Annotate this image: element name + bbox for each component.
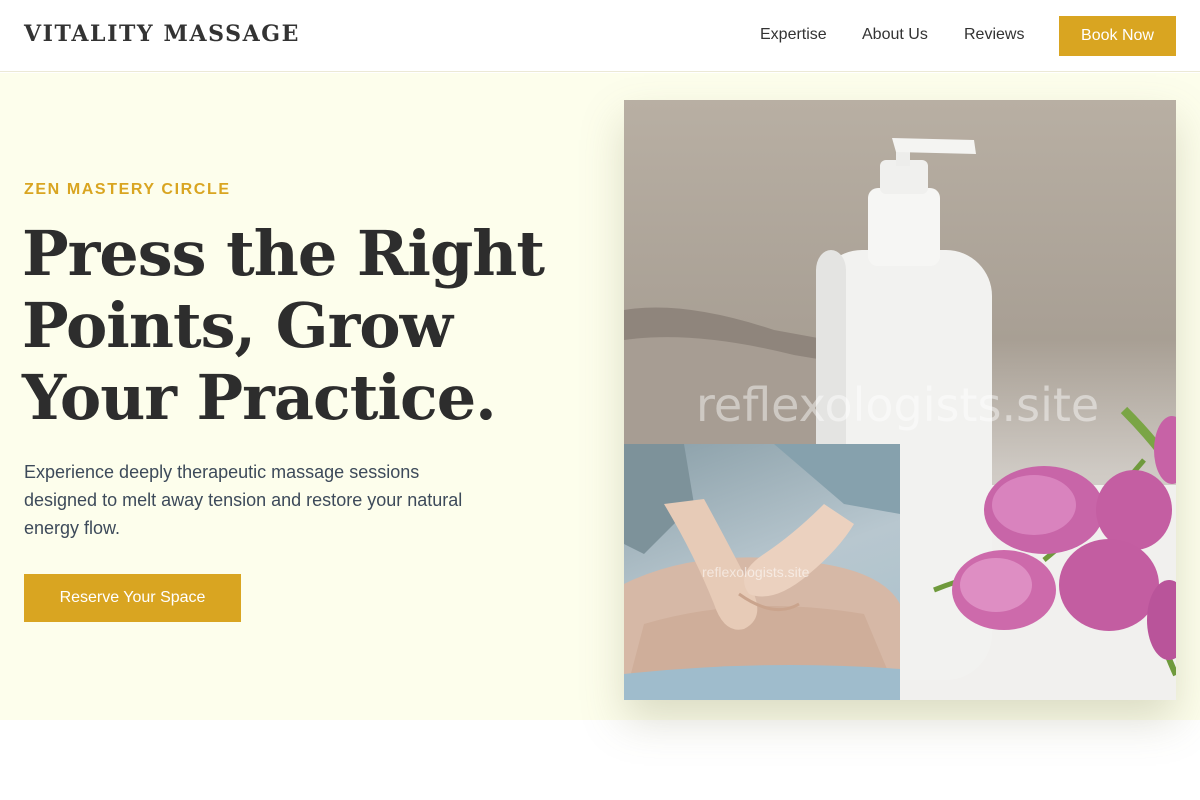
inset-image-watermark: reflexologists.site bbox=[702, 564, 810, 580]
nav-link-about-us[interactable]: About Us bbox=[862, 26, 928, 44]
site-header: VITALITY MASSAGE Expertise About Us Revi… bbox=[0, 0, 1200, 72]
hero-section: ZEN MASTERY CIRCLE Press the Right Point… bbox=[0, 73, 1200, 720]
main-image-watermark: reflexologists.site bbox=[696, 378, 1100, 432]
nav-link-expertise[interactable]: Expertise bbox=[760, 26, 827, 44]
hero-eyebrow: ZEN MASTERY CIRCLE bbox=[24, 181, 231, 198]
hero-headline: Press the Right Points, Grow Your Practi… bbox=[22, 217, 545, 434]
hero-subtext: Experience deeply therapeutic massage se… bbox=[24, 462, 463, 538]
book-now-button[interactable]: Book Now bbox=[1059, 16, 1176, 56]
massage-inset-image: reflexologists.site bbox=[624, 444, 900, 700]
reserve-space-button[interactable]: Reserve Your Space bbox=[24, 574, 241, 622]
nav-link-reviews[interactable]: Reviews bbox=[964, 26, 1024, 44]
site-logo[interactable]: VITALITY MASSAGE bbox=[24, 21, 300, 47]
